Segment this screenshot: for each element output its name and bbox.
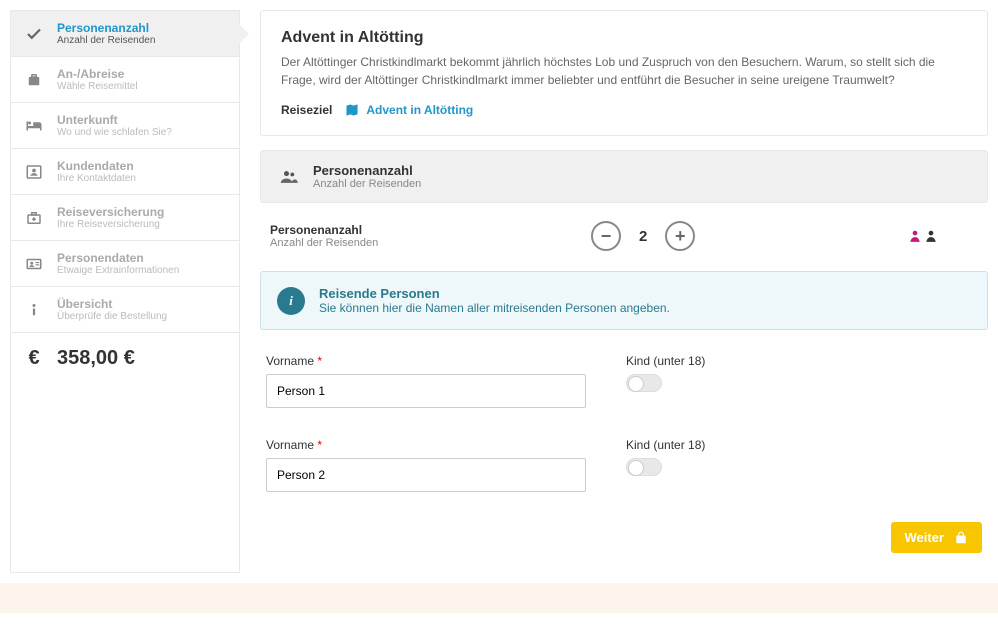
kind-label: Kind (unter 18)	[626, 438, 705, 452]
step-uebersicht[interactable]: Übersicht Überprüfe die Bestellung	[11, 287, 239, 333]
vorname-label: Vorname *	[266, 438, 586, 452]
check-icon	[23, 23, 45, 45]
step-title: An-/Abreise	[57, 67, 227, 81]
person-row-2: Vorname * Kind (unter 18)	[260, 438, 988, 492]
step-title: Personendaten	[57, 251, 227, 265]
step-personendaten[interactable]: Personendaten Etwaige Extrainformationen	[11, 241, 239, 287]
kind-label: Kind (unter 18)	[626, 354, 705, 368]
header-card: Advent in Altötting Der Altöttinger Chri…	[260, 10, 988, 136]
weiter-button[interactable]: Weiter	[891, 522, 983, 553]
step-title: Übersicht	[57, 297, 227, 311]
info-title: Reisende Personen	[319, 286, 670, 301]
kind-toggle-2[interactable]	[626, 458, 662, 476]
counter-row: Personenanzahl Anzahl der Reisenden − 2 …	[260, 221, 988, 271]
vorname-input-2[interactable]	[266, 458, 586, 492]
suitcase-icon	[23, 69, 45, 91]
step-sub: Wähle Reisemittel	[57, 81, 227, 92]
counter-title: Personenanzahl	[270, 223, 378, 237]
step-unterkunft[interactable]: Unterkunft Wo und wie schlafen Sie?	[11, 103, 239, 149]
step-sub: Etwaige Extrainformationen	[57, 265, 227, 276]
step-sub: Ihre Kontaktdaten	[57, 173, 227, 184]
page-description: Der Altöttinger Christkindlmarkt bekommt…	[281, 53, 967, 89]
destination-label: Reiseziel	[281, 103, 332, 117]
info-icon	[23, 299, 45, 321]
contact-icon	[23, 161, 45, 183]
counter-value: 2	[639, 228, 647, 245]
kind-toggle-1[interactable]	[626, 374, 662, 392]
info-box: i Reisende Personen Sie können hier die …	[260, 271, 988, 330]
person-icon	[908, 228, 922, 244]
step-sub: Überprüfe die Bestellung	[57, 311, 227, 322]
map-icon	[344, 103, 360, 117]
medkit-icon	[23, 207, 45, 229]
price-amount: 358,00 €	[57, 347, 135, 370]
info-sub: Sie können hier die Namen aller mitreise…	[319, 301, 670, 315]
people-icon	[277, 167, 301, 187]
counter-sub: Anzahl der Reisenden	[270, 237, 378, 249]
price-row: € 358,00 €	[11, 333, 239, 384]
vorname-input-1[interactable]	[266, 374, 586, 408]
euro-icon: €	[23, 347, 45, 370]
decrement-button[interactable]: −	[591, 221, 621, 251]
page-title: Advent in Altötting	[281, 29, 967, 47]
step-sub: Ihre Reiseversicherung	[57, 219, 227, 230]
step-title: Unterkunft	[57, 113, 227, 127]
destination-link[interactable]: Advent in Altötting	[344, 103, 473, 117]
step-title: Kundendaten	[57, 159, 227, 173]
bed-icon	[23, 115, 45, 137]
bag-icon	[954, 531, 968, 545]
sidebar: Personenanzahl Anzahl der Reisenden An-/…	[10, 10, 240, 573]
step-personenanzahl[interactable]: Personenanzahl Anzahl der Reisenden	[11, 11, 239, 57]
step-an-abreise[interactable]: An-/Abreise Wähle Reisemittel	[11, 57, 239, 103]
step-reiseversicherung[interactable]: Reiseversicherung Ihre Reiseversicherung	[11, 195, 239, 241]
step-sub: Wo und wie schlafen Sie?	[57, 127, 227, 138]
vorname-label: Vorname *	[266, 354, 586, 368]
section-sub: Anzahl der Reisenden	[313, 178, 421, 190]
increment-button[interactable]: +	[665, 221, 695, 251]
weiter-label: Weiter	[905, 530, 945, 545]
info-circle-icon: i	[277, 287, 305, 315]
step-sub: Anzahl der Reisenden	[57, 35, 227, 46]
person-row-1: Vorname * Kind (unter 18)	[260, 354, 988, 408]
person-icon	[924, 228, 938, 244]
section-header: Personenanzahl Anzahl der Reisenden	[260, 150, 988, 203]
footer-bar	[0, 583, 998, 613]
id-card-icon	[23, 253, 45, 275]
section-title: Personenanzahl	[313, 163, 421, 178]
step-title: Reiseversicherung	[57, 205, 227, 219]
step-kundendaten[interactable]: Kundendaten Ihre Kontaktdaten	[11, 149, 239, 195]
main-content: Advent in Altötting Der Altöttinger Chri…	[260, 10, 988, 573]
destination-link-text: Advent in Altötting	[366, 103, 473, 117]
step-title: Personenanzahl	[57, 21, 227, 35]
